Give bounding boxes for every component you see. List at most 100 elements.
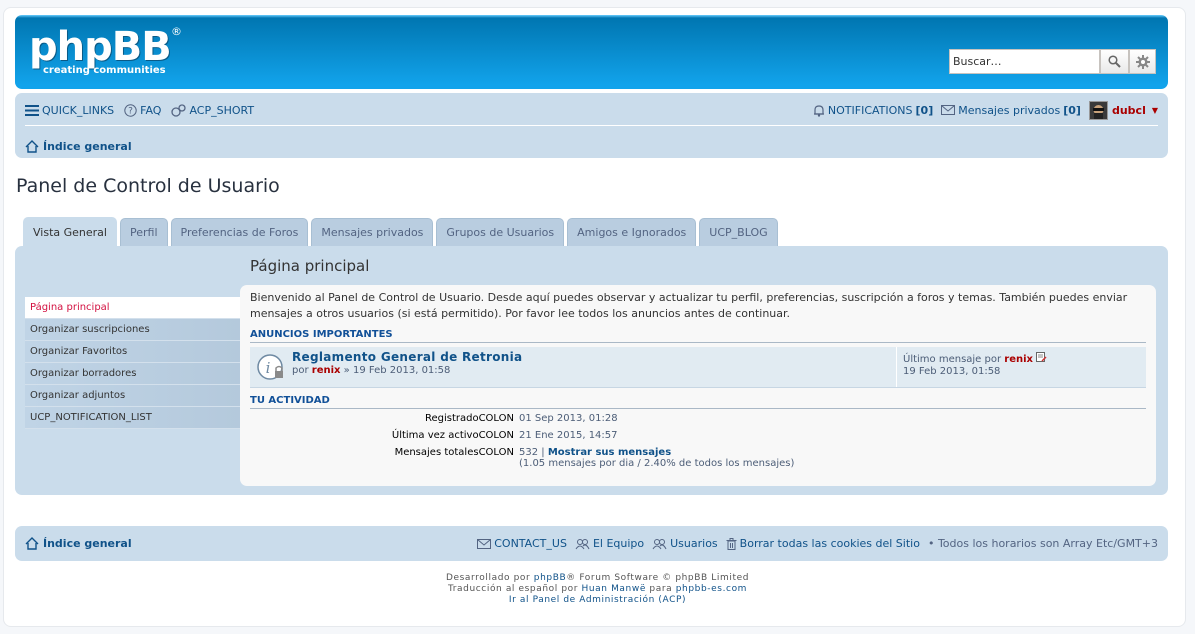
contact-link[interactable]: CONTACT_US xyxy=(477,537,567,550)
activity-row: RegistradoCOLON 01 Sep 2013, 01:28 xyxy=(250,413,1146,430)
topic-byline: por renix » 19 Feb 2013, 01:58 xyxy=(292,365,896,376)
users-link[interactable]: Usuarios xyxy=(652,537,718,550)
logo-reg: ® xyxy=(171,25,182,38)
search-icon xyxy=(1108,55,1121,68)
activity-row: Mensajes totalesCOLON 532 | Mostrar sus … xyxy=(250,447,1146,469)
menu-item-pagina-principal[interactable]: Página principal xyxy=(25,297,240,319)
menu-item-favoritos[interactable]: Organizar Favoritos xyxy=(25,341,240,363)
translation-mid: para xyxy=(649,584,673,594)
copyright-post: ® Forum Software © phpBB Limited xyxy=(566,573,750,583)
activity-key: Mensajes totalesCOLON xyxy=(394,447,514,458)
activity-row: Última vez activoCOLON 21 Ene 2015, 14:5… xyxy=(250,430,1146,447)
pm-link[interactable]: Mensajes privados [0] xyxy=(941,104,1081,117)
svg-text:?: ? xyxy=(128,106,133,116)
site-logo[interactable]: phpBB ® creating communities xyxy=(29,24,182,76)
pm-count: [0] xyxy=(1063,103,1081,117)
menu-item-borradores[interactable]: Organizar borradores xyxy=(25,363,240,385)
contact-label: CONTACT_US xyxy=(494,537,567,550)
tab-bar: Vista General Perfil Preferencias de For… xyxy=(23,217,778,246)
announcements-heading: ANUNCIOS IMPORTANTES xyxy=(250,329,1146,343)
quick-links-menu[interactable]: QUICK_LINKS xyxy=(25,104,114,117)
acp-footer-link[interactable]: Ir al Panel de Administración (ACP) xyxy=(509,595,686,605)
activity-key: RegistradoCOLON xyxy=(424,413,514,424)
tab-grupos[interactable]: Grupos de Usuarios xyxy=(436,218,565,246)
breadcrumb[interactable]: Índice general xyxy=(25,140,132,153)
copyright-line-1: Desarrollado por phpBB® Forum Software ©… xyxy=(0,573,1195,584)
footer-home-link[interactable]: Índice general xyxy=(25,537,132,550)
page-title: Panel de Control de Usuario xyxy=(16,175,280,197)
menu-item-notifications[interactable]: UCP_NOTIFICATION_LIST xyxy=(25,407,240,429)
nav-right: NOTIFICATIONS [0] Mensajes privados [0] … xyxy=(813,100,1158,120)
copyright: Desarrollado por phpBB® Forum Software ©… xyxy=(0,573,1195,606)
search-form: Buscar… xyxy=(949,49,1156,74)
last-post-author-link[interactable]: renix xyxy=(1004,354,1033,365)
search-button[interactable] xyxy=(1100,49,1129,74)
pm-label: Mensajes privados xyxy=(958,103,1061,117)
tab-amigos[interactable]: Amigos e Ignorados xyxy=(567,218,697,246)
navbar: QUICK_LINKS ? FAQ ACP_SHORT NOTIFICATION… xyxy=(15,93,1168,158)
tab-perfil[interactable]: Perfil xyxy=(119,218,168,246)
topic-date: » 19 Feb 2013, 01:58 xyxy=(343,365,451,376)
content-title: Página principal xyxy=(250,257,370,275)
activity-key: Última vez activoCOLON xyxy=(391,430,514,441)
tab-mensajes-privados[interactable]: Mensajes privados xyxy=(311,218,434,246)
timezone-text: • Todos los horarios son Array Etc/GMT+3 xyxy=(927,537,1158,550)
cogs-icon xyxy=(171,103,187,117)
view-latest-post-icon[interactable] xyxy=(1036,352,1047,362)
tab-ucp-blog[interactable]: UCP_BLOG xyxy=(699,218,778,246)
delete-cookies-link[interactable]: Borrar todas las cookies del Sitio xyxy=(726,537,920,550)
phpbb-link[interactable]: phpBB xyxy=(534,573,566,583)
nav-row: QUICK_LINKS ? FAQ ACP_SHORT NOTIFICATION… xyxy=(25,100,1158,126)
announcement-row: i Reglamento General de Retronia por ren… xyxy=(250,347,1146,388)
tab-preferencias[interactable]: Preferencias de Foros xyxy=(170,218,309,246)
footer-links: CONTACT_US El Equipo Usuarios Borrar tod… xyxy=(477,537,1158,550)
users-label: Usuarios xyxy=(670,537,718,550)
header-bar: phpBB ® creating communities Buscar… xyxy=(15,15,1168,89)
users-icon xyxy=(652,538,667,549)
topic-author-link[interactable]: renix xyxy=(312,365,341,376)
username: dubcl xyxy=(1111,103,1146,117)
show-posts-link[interactable]: Mostrar sus mensajes xyxy=(548,447,671,458)
faq-link[interactable]: ? FAQ xyxy=(124,104,161,117)
menu-item-suscripciones[interactable]: Organizar suscripciones xyxy=(25,319,240,341)
user-menu[interactable]: dubcl ▼ xyxy=(1088,100,1158,120)
home-icon xyxy=(25,140,39,153)
topic-locked-icon: i xyxy=(250,347,292,387)
last-post: Último mensaje por renix 19 Feb 2013, 01… xyxy=(896,347,1146,387)
logo-text: phpBB xyxy=(29,24,172,70)
team-link[interactable]: El Equipo xyxy=(575,537,644,550)
notifications-label: NOTIFICATIONS xyxy=(827,103,913,117)
svg-text:i: i xyxy=(266,359,271,377)
tab-vista-general[interactable]: Vista General xyxy=(23,217,117,246)
activity-heading: TU ACTIVIDAD xyxy=(250,395,1146,409)
advanced-search-button[interactable] xyxy=(1129,49,1156,74)
content-box: Bienvenido al Panel de Control de Usuari… xyxy=(240,285,1156,486)
footer-home-label: Índice general xyxy=(43,537,132,550)
activity-subtext: (1.05 mensajes por dia / 2.40% de todos … xyxy=(519,458,795,469)
quick-links-label: QUICK_LINKS xyxy=(42,103,115,117)
search-input[interactable]: Buscar… xyxy=(949,49,1100,74)
translator-link[interactable]: Huan Manwë xyxy=(582,584,646,594)
notifications-link[interactable]: NOTIFICATIONS [0] xyxy=(813,104,933,117)
delete-cookies-label: Borrar todas las cookies del Sitio xyxy=(739,537,920,550)
caret-down-icon: ▼ xyxy=(1151,105,1158,115)
activity-value: 532 | xyxy=(519,447,545,458)
activity-value-wrap: 532 | Mostrar sus mensajes (1.05 mensaje… xyxy=(519,447,794,469)
avatar xyxy=(1088,100,1108,120)
activity-list: RegistradoCOLON 01 Sep 2013, 01:28 Últim… xyxy=(250,413,1146,469)
team-icon xyxy=(575,538,590,549)
trash-icon xyxy=(726,537,737,550)
acp-link[interactable]: ACP_SHORT xyxy=(171,104,254,117)
envelope-icon xyxy=(941,105,956,115)
copyright-line-3: Ir al Panel de Administración (ACP) xyxy=(0,595,1195,606)
bell-icon xyxy=(813,104,824,117)
topic-title-link[interactable]: Reglamento General de Retronia xyxy=(292,350,896,364)
phpbb-es-link[interactable]: phpbb-es.com xyxy=(676,584,747,594)
menu-item-adjuntos[interactable]: Organizar adjuntos xyxy=(25,385,240,407)
footer-bar: Índice general CONTACT_US El Equipo Usua… xyxy=(15,526,1168,561)
menu-icon xyxy=(25,104,39,116)
breadcrumb-home: Índice general xyxy=(43,140,132,153)
activity-value: 01 Sep 2013, 01:28 xyxy=(519,413,618,424)
team-label: El Equipo xyxy=(592,537,645,550)
envelope-icon xyxy=(477,538,492,549)
